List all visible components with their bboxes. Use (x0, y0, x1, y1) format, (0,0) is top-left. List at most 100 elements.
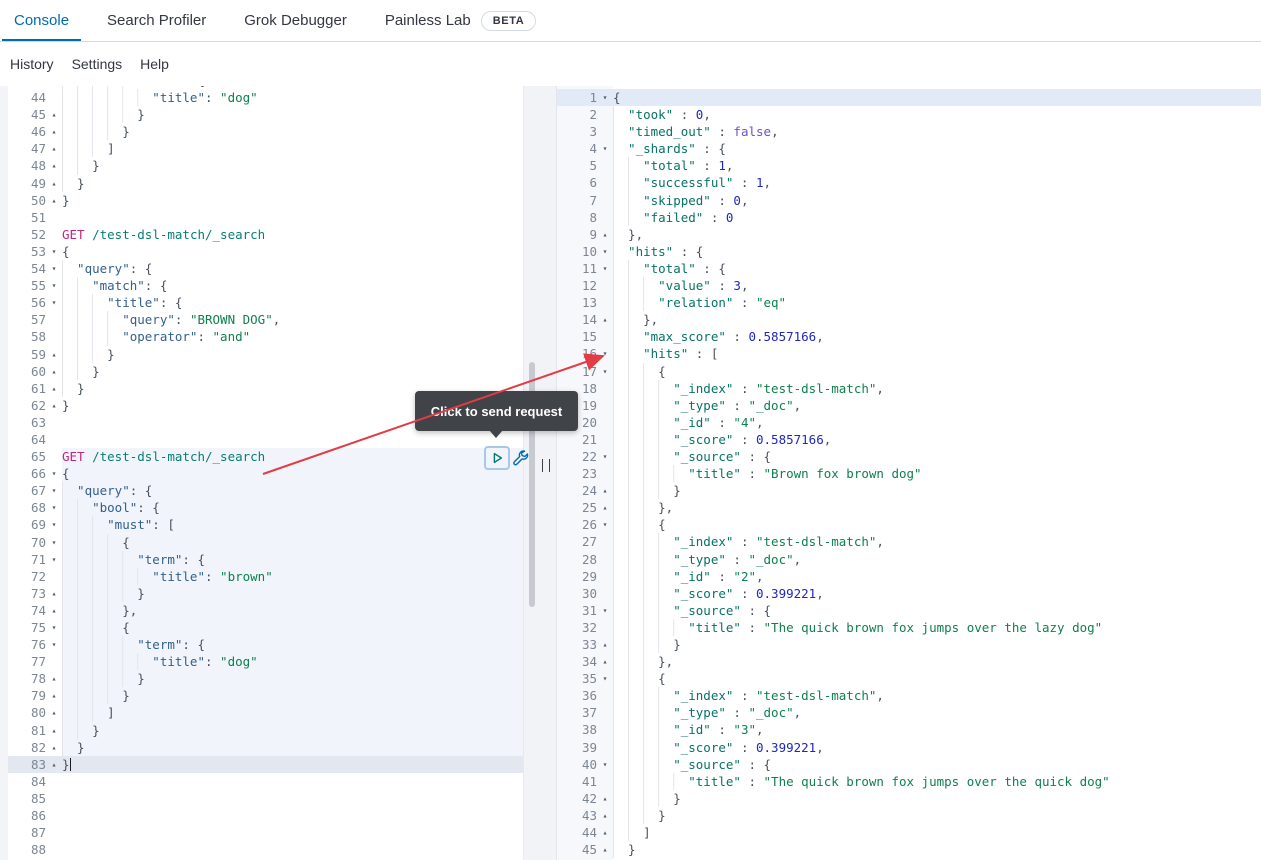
code-line: 66▾{ (8, 465, 523, 482)
fold-toggle-icon[interactable]: ▾ (46, 260, 62, 277)
line-number: 8 (557, 209, 597, 226)
response-editor[interactable]: 1▾{2"took" : 0,3"timed_out" : false,4▾"_… (557, 86, 1261, 860)
line-number: 41 (557, 773, 597, 790)
fold-toggle-icon[interactable]: ▾ (597, 670, 613, 687)
fold-toggle-icon[interactable]: ▾ (46, 465, 62, 482)
fold-toggle-icon[interactable]: ▴ (46, 739, 62, 756)
code-line: 5"total" : 1, (557, 157, 1261, 174)
fold-toggle-icon[interactable]: ▾ (46, 277, 62, 294)
fold-toggle-icon[interactable]: ▴ (46, 106, 62, 123)
fold-toggle-icon (597, 174, 613, 191)
fold-toggle-icon[interactable]: ▾ (597, 516, 613, 533)
send-request-button[interactable] (484, 446, 510, 470)
fold-toggle-icon[interactable]: ▴ (46, 397, 62, 414)
menu-item-help[interactable]: Help (140, 56, 169, 72)
fold-toggle-icon (597, 106, 613, 123)
fold-toggle-icon[interactable]: ▾ (46, 516, 62, 533)
fold-toggle-icon[interactable]: ▴ (597, 824, 613, 841)
request-editor[interactable]: 43▾"term": {44"title": "dog"45▴}46▴}47▴]… (0, 86, 523, 860)
code-text: "timed_out" : false, (613, 123, 1261, 140)
fold-toggle-icon[interactable]: ▴ (597, 636, 613, 653)
code-text: } (62, 123, 523, 140)
panel-resize-handle-icon[interactable] (542, 459, 550, 472)
fold-toggle-icon[interactable]: ▾ (597, 363, 613, 380)
fold-toggle-icon[interactable]: ▴ (46, 192, 62, 209)
fold-toggle-icon[interactable]: ▴ (597, 790, 613, 807)
code-text: "_index" : "test-dsl-match", (613, 380, 1261, 397)
code-line: 83▴} (8, 756, 523, 773)
fold-toggle-icon[interactable]: ▾ (597, 140, 613, 157)
fold-toggle-icon[interactable]: ▾ (597, 89, 613, 106)
code-line: 72"title": "brown" (8, 568, 523, 585)
fold-toggle-icon[interactable]: ▴ (597, 311, 613, 328)
fold-toggle-icon[interactable]: ▴ (46, 722, 62, 739)
fold-toggle-icon[interactable]: ▾ (597, 448, 613, 465)
code-line: 58"operator": "and" (8, 328, 523, 345)
fold-toggle-icon (46, 448, 62, 465)
fold-toggle-icon[interactable]: ▾ (597, 602, 613, 619)
menu-item-settings[interactable]: Settings (72, 56, 123, 72)
fold-toggle-icon[interactable]: ▾ (46, 499, 62, 516)
fold-toggle-icon[interactable]: ▾ (46, 534, 62, 551)
code-text: "total" : 1, (613, 157, 1261, 174)
fold-toggle-icon[interactable]: ▾ (46, 551, 62, 568)
request-options-button[interactable] (511, 449, 529, 467)
code-line: 24▴} (557, 482, 1261, 499)
fold-toggle-icon[interactable]: ▴ (597, 841, 613, 858)
fold-toggle-icon[interactable]: ▾ (597, 243, 613, 260)
code-line: 19"_type" : "_doc", (557, 397, 1261, 414)
fold-toggle-icon[interactable]: ▾ (597, 260, 613, 277)
line-number: 60 (8, 363, 46, 380)
menu-item-history[interactable]: History (10, 56, 54, 72)
fold-toggle-icon[interactable]: ▴ (46, 140, 62, 157)
fold-toggle-icon[interactable]: ▴ (46, 346, 62, 363)
fold-toggle-icon[interactable]: ▴ (46, 363, 62, 380)
fold-toggle-icon[interactable]: ▴ (46, 585, 62, 602)
code-line: 41"title" : "The quick brown fox jumps o… (557, 773, 1261, 790)
fold-toggle-icon[interactable]: ▾ (46, 619, 62, 636)
fold-toggle-icon[interactable]: ▴ (46, 687, 62, 704)
code-line: 8 "failed" : 0 (557, 209, 1261, 226)
code-line: 52GET /test-dsl-match/_search (8, 226, 523, 243)
line-number: 57 (8, 311, 46, 328)
fold-toggle-icon[interactable]: ▾ (46, 243, 62, 260)
fold-toggle-icon[interactable]: ▴ (597, 226, 613, 243)
code-line: 85 (8, 790, 523, 807)
fold-toggle-icon[interactable]: ▴ (46, 157, 62, 174)
fold-toggle-icon[interactable]: ▴ (46, 175, 62, 192)
code-line: 9▴}, (557, 226, 1261, 243)
fold-toggle-icon[interactable]: ▾ (597, 756, 613, 773)
line-number: 84 (8, 773, 46, 790)
fold-toggle-icon[interactable]: ▴ (46, 380, 62, 397)
line-number: 32 (557, 619, 597, 636)
fold-toggle-icon[interactable]: ▾ (46, 636, 62, 653)
tab-grok-debugger[interactable]: Grok Debugger (232, 0, 359, 41)
fold-toggle-icon[interactable]: ▾ (597, 345, 613, 362)
text-cursor (70, 758, 71, 771)
fold-toggle-icon[interactable]: ▴ (46, 670, 62, 687)
line-number: 34 (557, 653, 597, 670)
fold-toggle-icon[interactable]: ▴ (597, 499, 613, 516)
fold-toggle-icon[interactable]: ▴ (46, 123, 62, 140)
fold-toggle-icon[interactable]: ▴ (46, 756, 62, 773)
tab-search-profiler[interactable]: Search Profiler (95, 0, 218, 41)
fold-toggle-icon[interactable]: ▴ (597, 807, 613, 824)
fold-toggle-icon[interactable]: ▴ (597, 482, 613, 499)
line-number: 49 (8, 175, 46, 192)
code-line: 18"_index" : "test-dsl-match", (557, 380, 1261, 397)
code-line: 47▴] (8, 140, 523, 157)
code-text: "max_score" : 0.5857166, (613, 328, 1261, 345)
fold-toggle-icon[interactable]: ▾ (46, 294, 62, 311)
fold-toggle-icon[interactable]: ▾ (46, 482, 62, 499)
tab-console[interactable]: Console (2, 0, 81, 41)
fold-toggle-icon (46, 807, 62, 824)
fold-toggle-icon[interactable]: ▴ (46, 602, 62, 619)
code-text: "failed" : 0 (613, 209, 1261, 226)
line-number: 3 (557, 123, 597, 140)
tab-painless-lab[interactable]: Painless LabBETA (373, 0, 548, 41)
fold-toggle-icon[interactable]: ▴ (597, 653, 613, 670)
response-editor-lines: 1▾{2"took" : 0,3"timed_out" : false,4▾"_… (557, 89, 1261, 860)
code-line: 88 (8, 841, 523, 858)
line-number: 4 (557, 140, 597, 157)
fold-toggle-icon[interactable]: ▴ (46, 704, 62, 721)
